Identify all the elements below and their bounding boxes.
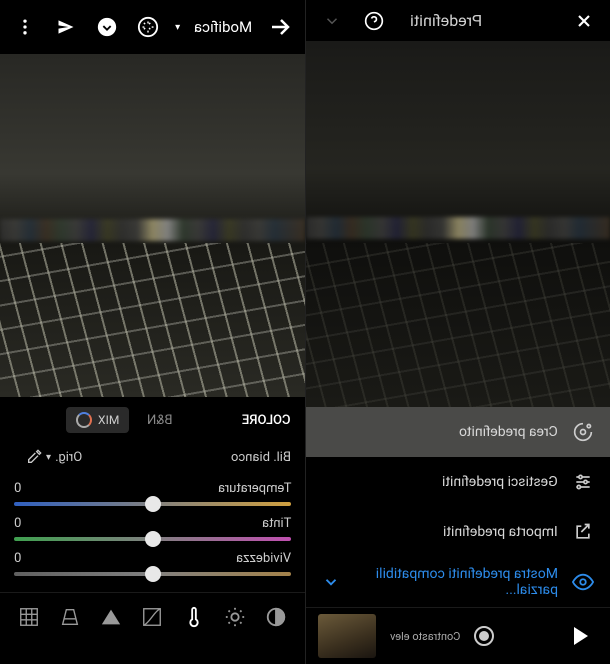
slider-track[interactable] — [14, 502, 291, 506]
wb-dropdown[interactable]: ▾ Orig. — [14, 449, 82, 465]
triangle-tool-icon[interactable] — [98, 604, 124, 630]
presets-panel: Predefiniti Crea predefinito Gestisci pr… — [305, 0, 610, 664]
white-balance-section: ▾ Orig. Bil. bianco — [0, 443, 305, 475]
tool-strip — [0, 592, 305, 640]
import-presets-item[interactable]: Importa predefiniti — [306, 507, 610, 557]
mix-button[interactable]: MIX — [66, 407, 129, 433]
slider-track[interactable] — [14, 572, 291, 576]
help-icon[interactable] — [360, 7, 388, 35]
mode-label[interactable]: Modifica — [194, 18, 252, 36]
tab-colore[interactable]: COLORE — [242, 413, 291, 428]
menu-label: Mostra predefiniti compatibili parzial..… — [354, 566, 558, 598]
menu-label: Gestisci predefiniti — [442, 474, 558, 490]
perspective-tool-icon[interactable] — [57, 604, 83, 630]
slider-label: Tinta — [262, 516, 291, 531]
more-icon[interactable] — [12, 13, 39, 41]
eye-icon — [572, 571, 594, 593]
grid-tool-icon[interactable] — [16, 604, 42, 630]
slider-label: Vividezza — [236, 551, 291, 566]
presets-title: Predefiniti — [410, 11, 482, 30]
create-preset-item[interactable]: Crea predefinito — [306, 407, 610, 457]
slider-label: Temperatura — [218, 481, 291, 496]
cloud-icon[interactable] — [94, 13, 121, 41]
sliders-section: 0 Temperatura 0 Tinta 0 Vividezza — [0, 475, 305, 592]
edit-top-bar: ▾ Modifica — [0, 0, 305, 54]
slider-thumb[interactable] — [145, 566, 161, 582]
menu-label: Importa predefiniti — [443, 524, 558, 540]
eyedropper-icon[interactable] — [26, 449, 42, 465]
wb-value: Orig. — [55, 450, 82, 465]
slider-thumb[interactable] — [145, 496, 161, 512]
share-icon[interactable] — [53, 13, 80, 41]
premium-icon[interactable] — [134, 13, 161, 41]
preset-thumbnail[interactable] — [318, 614, 376, 658]
slider-track[interactable] — [14, 537, 291, 541]
create-preset-icon — [572, 421, 594, 443]
mix-label: MIX — [98, 413, 119, 427]
edit-image[interactable] — [0, 54, 305, 397]
thumbnail-caption: Contrasto elev — [390, 630, 460, 643]
temperatura-slider[interactable]: 0 Temperatura — [14, 481, 291, 506]
temperature-tool-icon[interactable] — [181, 604, 207, 630]
color-mode-tabs: MIX B&N COLORE — [0, 397, 305, 443]
presets-menu: Crea predefinito Gestisci predefiniti Im… — [306, 407, 610, 607]
close-icon[interactable] — [570, 7, 598, 35]
slider-value: 0 — [14, 516, 21, 531]
tinta-slider[interactable]: 0 Tinta — [14, 516, 291, 541]
vividezza-slider[interactable]: 0 Vividezza — [14, 551, 291, 576]
play-icon[interactable] — [574, 627, 588, 645]
slider-thumb[interactable] — [145, 531, 161, 547]
chevron-down-icon: ▾ — [46, 452, 51, 463]
exposure-tool-icon[interactable] — [222, 604, 248, 630]
edit-panel: ▾ Modifica MIX B&N COLORE ▾ Orig. Bil. b… — [0, 0, 305, 664]
chevron-down-icon — [322, 573, 340, 591]
bottom-filmstrip: Contrasto elev — [306, 607, 610, 664]
show-compatible-item[interactable]: Mostra predefiniti compatibili parzial..… — [306, 557, 610, 607]
chevron-icon[interactable] — [318, 7, 346, 35]
color-ring-icon — [76, 412, 92, 428]
wb-label: Bil. bianco — [231, 450, 291, 465]
record-icon[interactable] — [474, 626, 494, 646]
slider-value: 0 — [14, 481, 21, 496]
menu-label: Crea predefinito — [459, 424, 558, 440]
slider-value: 0 — [14, 551, 21, 566]
tab-bn[interactable]: B&N — [147, 413, 172, 428]
back-arrow-icon[interactable] — [266, 13, 293, 41]
presets-top-bar: Predefiniti — [306, 0, 610, 41]
curve-tool-icon[interactable] — [139, 604, 165, 630]
caret-icon: ▾ — [175, 22, 180, 33]
import-icon — [572, 521, 594, 543]
manage-presets-item[interactable]: Gestisci predefiniti — [306, 457, 610, 507]
preview-image — [306, 41, 610, 407]
sliders-icon — [572, 471, 594, 493]
contrast-tool-icon[interactable] — [263, 604, 289, 630]
